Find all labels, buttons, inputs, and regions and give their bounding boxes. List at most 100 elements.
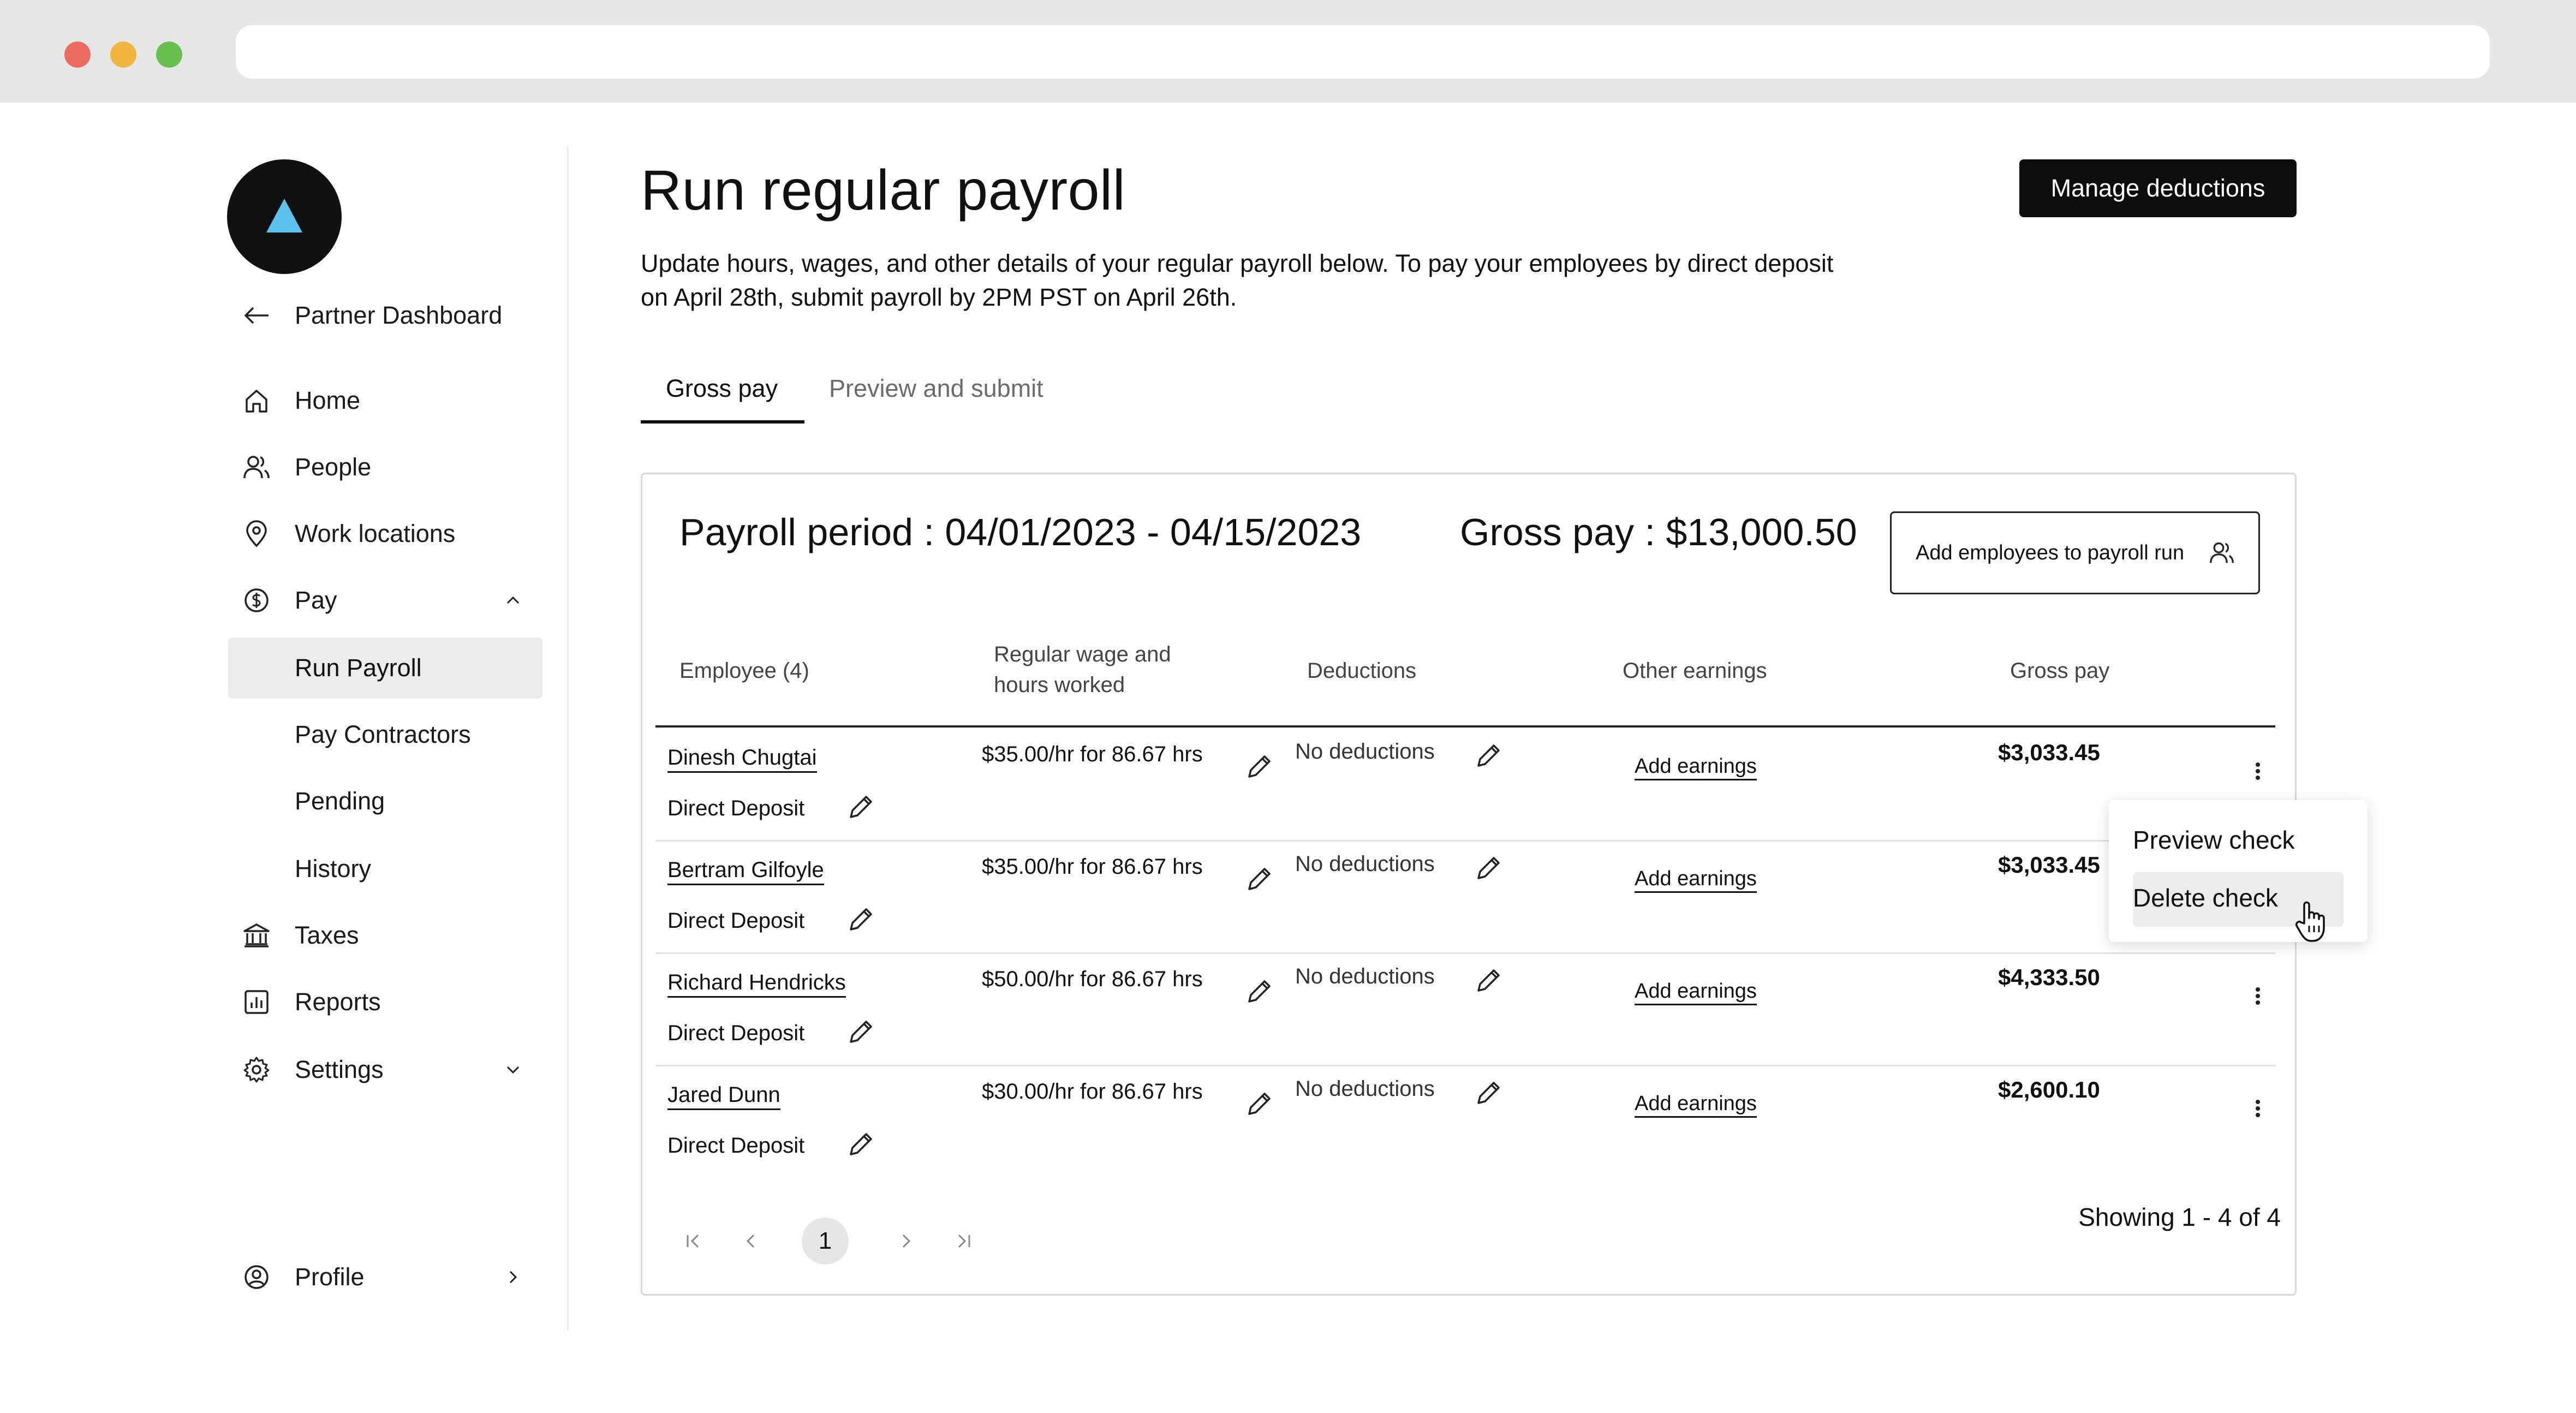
column-header-gross-pay: Gross pay [2010, 659, 2110, 683]
wage-and-hours: $30.00/hr for 86.67 hrs [982, 1080, 1203, 1104]
sidebar-item-work-locations[interactable]: Work locations [228, 503, 542, 564]
window-maximize-button[interactable] [156, 41, 182, 68]
next-page-icon[interactable] [882, 1218, 929, 1265]
edit-wage-pencil-icon[interactable] [1243, 863, 1275, 896]
sidebar-item-label: Profile [295, 1263, 365, 1291]
row-gross-pay: $4,333.50 [1998, 964, 2100, 990]
sidebar-item-run-payroll[interactable]: Run Payroll [228, 637, 542, 699]
arrow-left-icon [239, 298, 274, 333]
sidebar-item-pay[interactable]: Pay [228, 570, 542, 631]
add-employees-label: Add employees to payroll run [1916, 541, 2185, 564]
add-earnings-link[interactable]: Add earnings [1635, 1091, 1757, 1118]
column-header-wage: Regular wage and hours worked [994, 642, 1171, 697]
payroll-card: Payroll period : 04/01/2023 - 04/15/2023… [641, 473, 2297, 1296]
deductions-value: No deductions [1295, 964, 1435, 988]
wage-and-hours: $35.00/hr for 86.67 hrs [982, 742, 1203, 766]
gear-icon [239, 1052, 274, 1087]
deductions-value: No deductions [1295, 740, 1435, 764]
pagination: 1 [670, 1212, 997, 1267]
payment-method: Direct Deposit [667, 796, 805, 820]
bank-icon [239, 918, 274, 953]
triangle-logo-icon [266, 199, 302, 232]
row-actions-kebab-icon[interactable] [2247, 980, 2269, 1012]
dollar-circle-icon [239, 583, 274, 618]
table-row: Jared Dunn Direct Deposit $30.00/hr for … [642, 1065, 2296, 1177]
sidebar-item-label: Pay Contractors [295, 720, 471, 748]
gross-pay-total: Gross pay : $13,000.50 [1460, 511, 1857, 553]
sidebar-item-reports[interactable]: Reports [228, 971, 542, 1033]
employee-name-link[interactable]: Bertram Gilfoyle [667, 856, 824, 885]
sidebar-item-label: Reports [295, 988, 381, 1016]
active-tab-indicator [641, 420, 804, 424]
column-header-deductions: Deductions [1307, 659, 1417, 683]
first-page-icon[interactable] [670, 1218, 717, 1265]
preview-check-menu-item[interactable]: Preview check [2133, 825, 2295, 855]
add-earnings-link[interactable]: Add earnings [1635, 866, 1757, 893]
employee-name-link[interactable]: Dinesh Chugtai [667, 744, 817, 773]
wage-and-hours: $35.00/hr for 86.67 hrs [982, 855, 1203, 879]
window-minimize-button[interactable] [110, 41, 136, 68]
sidebar-item-home[interactable]: Home [228, 370, 542, 431]
row-gross-pay: $2,600.10 [1998, 1077, 2100, 1102]
column-header-other-earnings: Other earnings [1623, 659, 1767, 683]
edit-wage-pencil-icon[interactable] [1243, 975, 1275, 1008]
sidebar-item-profile[interactable]: Profile [228, 1247, 542, 1308]
home-icon [239, 383, 274, 418]
add-employees-button[interactable]: Add employees to payroll run [1890, 511, 2260, 594]
manage-deductions-button[interactable]: Manage deductions [2019, 159, 2297, 217]
sidebar-item-history[interactable]: History [228, 838, 542, 899]
edit-wage-pencil-icon[interactable] [1243, 750, 1275, 783]
edit-payment-method-pencil-icon[interactable] [844, 1128, 877, 1161]
row-actions-kebab-icon[interactable] [2247, 755, 2269, 788]
current-page-number[interactable]: 1 [802, 1218, 849, 1265]
tab-gross-pay[interactable]: Gross pay [666, 374, 778, 403]
sidebar-item-label: People [295, 453, 372, 481]
sidebar-item-taxes[interactable]: Taxes [228, 905, 542, 966]
previous-page-icon[interactable] [728, 1218, 774, 1265]
payroll-period: Payroll period : 04/01/2023 - 04/15/2023 [679, 511, 1362, 553]
location-pin-icon [239, 516, 274, 551]
edit-deductions-pencil-icon[interactable] [1472, 852, 1505, 885]
edit-deductions-pencil-icon[interactable] [1472, 1077, 1505, 1110]
chevron-up-icon [503, 591, 523, 610]
edit-payment-method-pencil-icon[interactable] [844, 903, 877, 936]
employee-name-link[interactable]: Richard Hendricks [667, 969, 846, 998]
edit-deductions-pencil-icon[interactable] [1472, 964, 1505, 997]
back-to-partner-dashboard[interactable]: Partner Dashboard [228, 285, 542, 346]
last-page-icon[interactable] [940, 1218, 987, 1265]
deductions-value: No deductions [1295, 1077, 1435, 1101]
people-icon [2209, 540, 2234, 571]
payment-method: Direct Deposit [667, 1021, 805, 1045]
hand-cursor-icon [2294, 899, 2330, 946]
add-earnings-link[interactable]: Add earnings [1635, 979, 1757, 1005]
sidebar-item-pay-contractors[interactable]: Pay Contractors [228, 704, 542, 765]
wage-and-hours: $50.00/hr for 86.67 hrs [982, 967, 1203, 991]
sidebar-item-label: Home [295, 386, 361, 414]
sidebar-item-label: History [295, 855, 372, 883]
row-actions-kebab-icon[interactable] [2247, 1092, 2269, 1125]
table-row: Dinesh Chugtai Direct Deposit $35.00/hr … [642, 728, 2296, 840]
address-bar[interactable] [236, 25, 2490, 79]
sidebar-item-label: Pending [295, 787, 385, 815]
table-row: Richard Hendricks Direct Deposit $50.00/… [642, 952, 2296, 1065]
page-title: Run regular payroll [641, 159, 1126, 222]
sidebar-item-label: Taxes [295, 921, 359, 949]
edit-wage-pencil-icon[interactable] [1243, 1088, 1275, 1120]
sidebar-item-people[interactable]: People [228, 437, 542, 498]
app-logo[interactable] [227, 159, 342, 274]
deductions-value: No deductions [1295, 852, 1435, 876]
add-earnings-link[interactable]: Add earnings [1635, 754, 1757, 780]
edit-payment-method-pencil-icon[interactable] [844, 1016, 877, 1048]
employee-name-link[interactable]: Jared Dunn [667, 1081, 780, 1110]
tab-preview-and-submit[interactable]: Preview and submit [829, 374, 1043, 403]
sidebar-item-pending[interactable]: Pending [228, 771, 542, 832]
row-gross-pay: $3,033.45 [1998, 852, 2100, 878]
edit-payment-method-pencil-icon[interactable] [844, 791, 877, 824]
delete-check-menu-item[interactable]: Delete check [2133, 883, 2278, 913]
profile-avatar-icon [239, 1260, 274, 1295]
edit-deductions-pencil-icon[interactable] [1472, 740, 1505, 772]
window-close-button[interactable] [64, 41, 91, 68]
people-icon [239, 450, 274, 485]
sidebar-item-settings[interactable]: Settings [228, 1039, 542, 1100]
back-link-label: Partner Dashboard [295, 301, 503, 329]
